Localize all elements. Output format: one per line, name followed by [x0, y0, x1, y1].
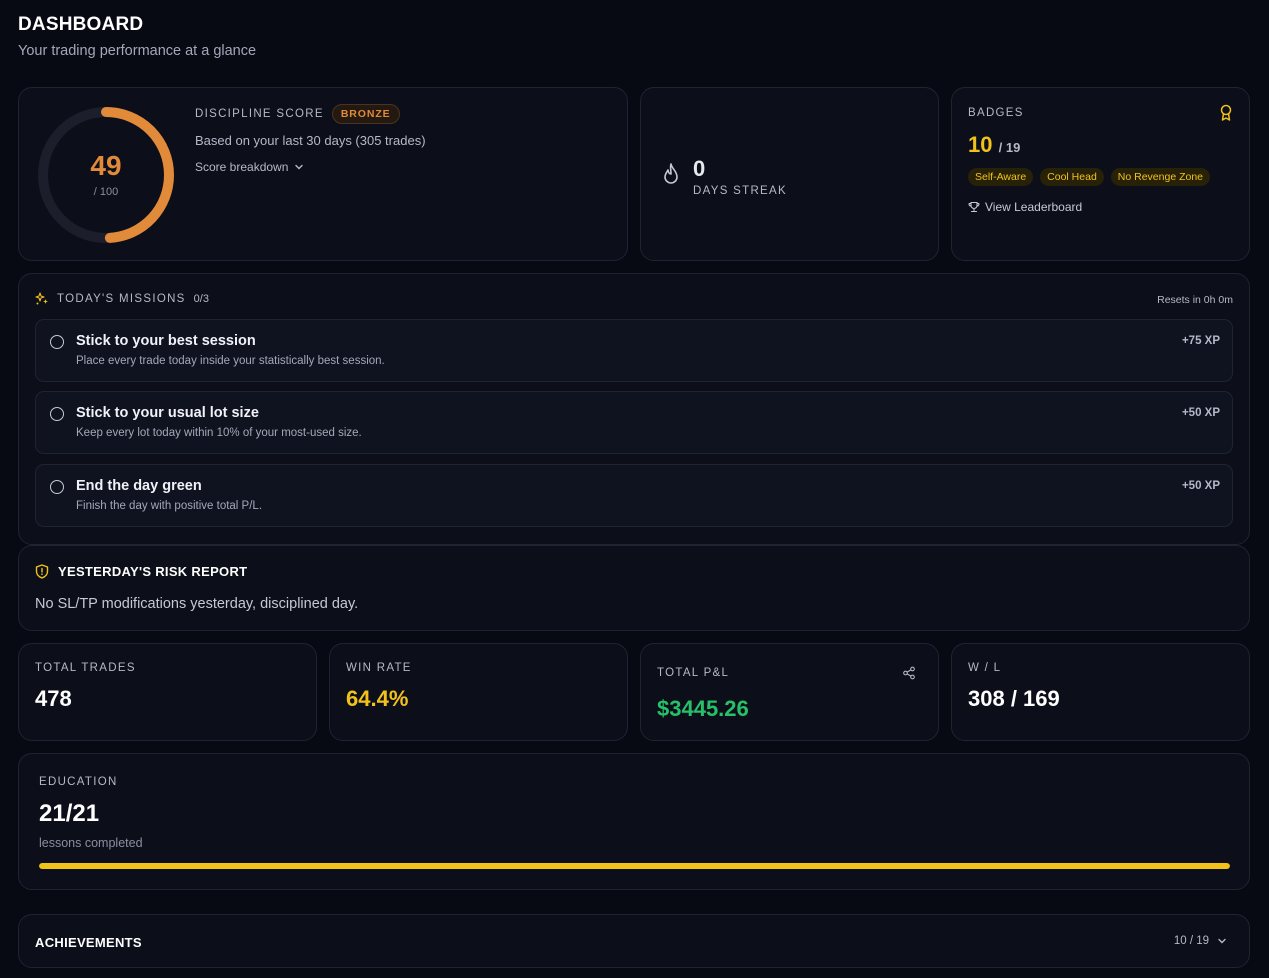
education-card: EDUCATION 21/21 lessons completed	[18, 753, 1250, 890]
share-icon[interactable]	[902, 666, 916, 680]
education-progress-track	[39, 863, 1230, 869]
mission-xp: +50 XP	[1181, 480, 1220, 492]
win-loss-card: W / L 308 / 169	[951, 643, 1250, 741]
mission-item[interactable]: Stick to your usual lot size Keep every …	[35, 391, 1233, 454]
education-progress-fill	[39, 863, 1230, 869]
page-subtitle: Your trading performance at a glance	[18, 43, 257, 59]
mission-description: Finish the day with positive total P/L.	[76, 500, 263, 512]
discipline-score-max: / 100	[93, 186, 119, 198]
tier-badge: BRONZE	[331, 104, 400, 124]
score-breakdown-toggle[interactable]: Score breakdown	[195, 160, 426, 174]
streak-label: DAYS STREAK	[693, 185, 787, 197]
chevron-down-icon	[1218, 938, 1226, 944]
mission-xp: +50 XP	[1181, 407, 1220, 419]
badges-total: / 19	[998, 140, 1021, 155]
risk-report-text: No SL/TP modifications yesterday, discip…	[35, 596, 359, 612]
total-pnl-value: $3445.26	[657, 696, 749, 721]
discipline-score-card: 49 / 100 DISCIPLINE SCORE BRONZE Based o…	[18, 87, 628, 261]
mission-checkbox[interactable]	[50, 335, 64, 349]
win-rate-card: WIN RATE 64.4%	[329, 643, 628, 741]
sparkles-icon	[35, 292, 48, 305]
shield-alert-icon	[35, 564, 49, 579]
total-trades-label: TOTAL TRADES	[35, 662, 136, 674]
achievements-count: 10 / 19	[1173, 935, 1209, 947]
score-breakdown-label: Score breakdown	[195, 160, 289, 174]
mission-xp: +75 XP	[1181, 335, 1220, 347]
streak-value: 0	[693, 156, 706, 181]
discipline-score-title: DISCIPLINE SCORE	[195, 108, 324, 120]
missions-reset-timer: Resets in 0h 0m	[1157, 294, 1233, 306]
total-trades-value: 478	[35, 686, 72, 711]
flame-icon	[664, 163, 678, 184]
badge-pill: No Revenge Zone	[1110, 168, 1211, 186]
page-title: DASHBOARD	[18, 14, 144, 35]
discipline-description: Based on your last 30 days (305 trades)	[195, 133, 426, 148]
badge-list: Self-Aware Cool Head No Revenge Zone	[968, 168, 1211, 186]
win-rate-label: WIN RATE	[346, 662, 412, 674]
missions-count: 0/3	[193, 293, 209, 305]
missions-card: TODAY'S MISSIONS 0/3 Resets in 0h 0m Sti…	[18, 273, 1250, 545]
award-icon	[1220, 104, 1232, 121]
achievements-title: ACHIEVEMENTS	[35, 935, 142, 950]
view-leaderboard-label: View Leaderboard	[985, 200, 1083, 214]
streak-card: 0 DAYS STREAK	[640, 87, 939, 261]
mission-checkbox[interactable]	[50, 480, 64, 494]
total-pnl-label: TOTAL P&L	[657, 667, 730, 679]
mission-description: Keep every lot today within 10% of your …	[76, 427, 362, 439]
missions-title: TODAY'S MISSIONS	[57, 293, 186, 305]
trophy-icon	[968, 201, 980, 213]
education-label: EDUCATION	[39, 776, 118, 788]
badge-pill: Self-Aware	[968, 168, 1034, 186]
risk-report-card: YESTERDAY'S RISK REPORT No SL/TP modific…	[18, 545, 1250, 631]
chevron-down-icon	[295, 164, 304, 170]
mission-item[interactable]: Stick to your best session Place every t…	[35, 319, 1233, 382]
education-subtitle: lessons completed	[39, 836, 143, 850]
page-header: DASHBOARD Your trading performance at a …	[18, 14, 256, 59]
badge-pill: Cool Head	[1040, 168, 1104, 186]
win-loss-value: 308 / 169	[968, 686, 1060, 711]
view-leaderboard-link[interactable]: View Leaderboard	[968, 200, 1082, 214]
mission-checkbox[interactable]	[50, 407, 64, 421]
badges-title: BADGES	[968, 107, 1024, 119]
win-loss-label: W / L	[968, 662, 1002, 674]
badges-earned: 10	[968, 132, 993, 157]
mission-title: Stick to your usual lot size	[76, 405, 259, 421]
education-value: 21/21	[39, 800, 100, 827]
total-trades-card: TOTAL TRADES 478	[18, 643, 317, 741]
achievements-accordion[interactable]: ACHIEVEMENTS 10 / 19	[18, 914, 1250, 968]
win-rate-value: 64.4%	[346, 686, 409, 711]
badges-count: 10 / 19	[968, 132, 1020, 158]
risk-report-title: YESTERDAY'S RISK REPORT	[58, 564, 248, 579]
total-pnl-card: TOTAL P&L $3445.26	[640, 643, 939, 741]
mission-description: Place every trade today inside your stat…	[76, 355, 385, 367]
badges-card: BADGES 10 / 19 Self-Aware Cool Head No R…	[951, 87, 1250, 261]
mission-title: Stick to your best session	[76, 333, 256, 349]
mission-title: End the day green	[76, 478, 202, 494]
mission-item[interactable]: End the day green Finish the day with po…	[35, 464, 1233, 527]
discipline-score-value: 49	[90, 150, 122, 181]
